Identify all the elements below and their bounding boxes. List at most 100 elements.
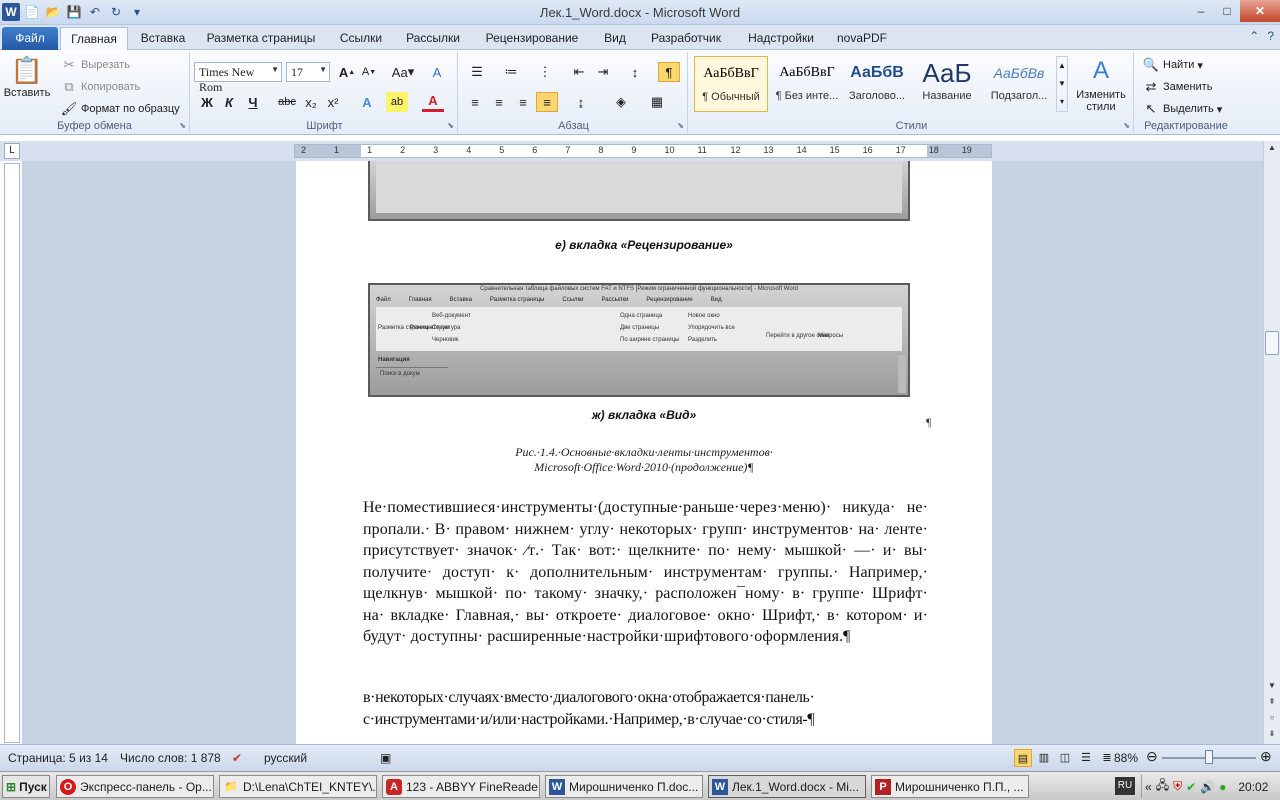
tab-insert[interactable]: Вставка — [132, 27, 194, 50]
increase-indent-button[interactable]: ⇥ — [592, 62, 614, 82]
underline-button[interactable]: Ч — [242, 92, 264, 112]
tab-view[interactable]: Вид — [596, 27, 634, 50]
clock[interactable]: 20:02 — [1238, 780, 1268, 794]
font-launcher-icon[interactable]: ⬊ — [447, 121, 454, 130]
macro-recording-icon[interactable]: ▣ — [380, 751, 391, 765]
sort-button[interactable]: ↕ — [624, 62, 646, 82]
clipboard-launcher-icon[interactable]: ⬊ — [179, 121, 186, 130]
maximize-button[interactable]: □ — [1214, 0, 1240, 22]
select-button[interactable]: ↖ Выделить ▾ — [1142, 100, 1223, 118]
web-layout-icon[interactable]: ◫ — [1056, 749, 1074, 767]
tab-addins[interactable]: Надстройки — [738, 27, 824, 50]
decrease-indent-button[interactable]: ⇤ — [568, 62, 590, 82]
find-button[interactable]: 🔍 Найти ▾ — [1142, 56, 1203, 74]
word-count[interactable]: Число слов: 1 878 — [120, 751, 221, 765]
taskbar-item-opera[interactable]: O Экспресс-панель - Op... — [56, 775, 214, 798]
volume-icon[interactable]: 🔊 — [1200, 780, 1215, 794]
vertical-scrollbar[interactable]: ▲ ▼ ⇞ ○ ⇟ — [1263, 141, 1280, 744]
tab-file[interactable]: Файл — [2, 27, 58, 50]
clear-formatting-button[interactable]: A — [426, 62, 448, 82]
tab-mailings[interactable]: Рассылки — [398, 27, 468, 50]
subscript-button[interactable]: x₂ — [300, 92, 322, 112]
strikethrough-button[interactable]: abc — [276, 92, 298, 112]
taskbar-item-folder[interactable]: 📁 D:\Lena\ChTEI_KNTEY\... — [219, 775, 377, 798]
tab-page-layout[interactable]: Разметка страницы — [198, 27, 324, 50]
style-subtitle[interactable]: АаБбВв Подзагол... — [982, 56, 1056, 112]
tab-selector[interactable]: L — [4, 143, 20, 159]
style-title[interactable]: АаБ Название — [910, 56, 984, 112]
outline-icon[interactable]: ☰ — [1077, 749, 1095, 767]
font-color-button[interactable]: A — [422, 92, 444, 112]
align-left-button[interactable]: ≡ — [464, 92, 486, 112]
borders-button[interactable]: ▦ — [646, 92, 668, 112]
print-layout-icon[interactable]: ▤ — [1014, 749, 1032, 767]
paste-button[interactable]: 📋 Вставить — [4, 54, 51, 100]
style-no-spacing[interactable]: АаБбВвГ ¶ Без инте... — [770, 56, 844, 112]
shading-button[interactable]: ◈ — [610, 92, 632, 112]
taskbar-item-word-doc[interactable]: W Мирошниченко П.doc... — [545, 775, 703, 798]
check-icon[interactable]: ✔ — [1186, 780, 1196, 794]
change-styles-button[interactable]: A Изменить стили — [1072, 56, 1130, 114]
multilevel-list-button[interactable]: ⋮ — [534, 62, 556, 82]
style-normal[interactable]: АаБбВвГ ¶ Обычный — [694, 56, 768, 112]
tab-home[interactable]: Главная — [60, 27, 128, 50]
italic-button[interactable]: К — [218, 92, 240, 112]
replace-button[interactable]: ⇄ Заменить — [1142, 78, 1213, 96]
body-paragraph-1[interactable]: Не·поместившиеся·инструменты·(доступные·… — [363, 497, 928, 648]
styles-scroll[interactable]: ▲ ▼ ▾ — [1056, 56, 1068, 112]
browse-object-icon[interactable]: ○ — [1265, 713, 1279, 727]
justify-button[interactable]: ≡ — [536, 92, 558, 112]
proofing-icon[interactable]: ✔ — [232, 751, 242, 765]
font-name-combo[interactable]: Times New Rom ▼ — [194, 62, 282, 94]
zoom-in-icon[interactable]: ⊕ — [1260, 748, 1272, 765]
format-painter-button[interactable]: 🖌 Формат по образцу — [60, 100, 180, 118]
bullets-button[interactable]: ☰ — [466, 62, 488, 82]
tab-references[interactable]: Ссылки — [328, 27, 394, 50]
tab-review[interactable]: Рецензирование — [472, 27, 592, 50]
paragraph-launcher-icon[interactable]: ⬊ — [677, 121, 684, 130]
tray-expand-icon[interactable]: « — [1145, 780, 1152, 794]
grow-font-button[interactable]: A ▲ — [336, 62, 358, 82]
zoom-level[interactable]: 88% — [1114, 751, 1138, 765]
scroll-up-icon[interactable]: ▲ — [1265, 143, 1279, 157]
taskbar-item-pdf[interactable]: P Мирошниченко П.П., ... — [871, 775, 1029, 798]
line-spacing-button[interactable]: ↨ — [570, 92, 592, 112]
align-center-button[interactable]: ≡ — [488, 92, 510, 112]
superscript-button[interactable]: x² — [322, 92, 344, 112]
numbering-button[interactable]: ≔ — [500, 62, 522, 82]
vertical-ruler[interactable] — [4, 163, 20, 743]
cut-button[interactable]: ✂ Вырезать — [60, 56, 130, 74]
font-size-combo[interactable]: 17 ▼ — [286, 62, 330, 82]
change-case-button[interactable]: Aa ▾ — [388, 62, 418, 82]
start-button[interactable]: ⊞ Пуск — [2, 775, 50, 798]
styles-launcher-icon[interactable]: ⬊ — [1123, 121, 1130, 130]
tab-developer[interactable]: Разработчик — [640, 27, 732, 50]
style-heading[interactable]: АаБбВ Заголово... — [840, 56, 914, 112]
help-icon[interactable]: ? — [1267, 29, 1274, 43]
shrink-font-button[interactable]: A ▼ — [358, 62, 380, 82]
zoom-slider-thumb[interactable] — [1205, 750, 1213, 764]
minimize-ribbon-icon[interactable]: ⌃ — [1249, 29, 1259, 43]
prev-page-icon[interactable]: ⇞ — [1265, 697, 1279, 711]
shield-icon[interactable]: ⛨ — [1173, 779, 1182, 794]
language-indicator[interactable]: RU — [1115, 777, 1135, 795]
bold-button[interactable]: Ж — [196, 92, 218, 112]
align-right-button[interactable]: ≡ — [512, 92, 534, 112]
text-effects-button[interactable]: A — [356, 92, 378, 112]
next-page-icon[interactable]: ⇟ — [1265, 729, 1279, 743]
full-screen-reading-icon[interactable]: ▥ — [1035, 749, 1053, 767]
body-paragraph-2[interactable]: в·некоторых·случаях·вместо·диалогового·о… — [363, 687, 928, 730]
page-count[interactable]: Страница: 5 из 14 — [8, 751, 108, 765]
minimize-button[interactable]: – — [1188, 0, 1214, 22]
scroll-thumb[interactable] — [1265, 331, 1279, 355]
scroll-down-icon[interactable]: ▼ — [1265, 681, 1279, 695]
status-icon[interactable]: ● — [1219, 780, 1226, 794]
show-marks-button[interactable]: ¶ — [658, 62, 680, 82]
horizontal-ruler[interactable]: 2 1 1 2 3 4 5 6 7 8 9 10 11 12 13 14 15 16 17 18 19 — [294, 144, 992, 158]
copy-button[interactable]: ⧉ Копировать — [60, 78, 140, 96]
taskbar-item-abbyy[interactable]: A 123 - ABBYY FineReade... — [382, 775, 540, 798]
zoom-out-icon[interactable]: ⊖ — [1146, 748, 1158, 765]
tab-novapdf[interactable]: novaPDF — [830, 27, 894, 50]
language[interactable]: русский — [264, 751, 307, 765]
taskbar-item-word-active[interactable]: W Лек.1_Word.docx - Mi... — [708, 775, 866, 798]
